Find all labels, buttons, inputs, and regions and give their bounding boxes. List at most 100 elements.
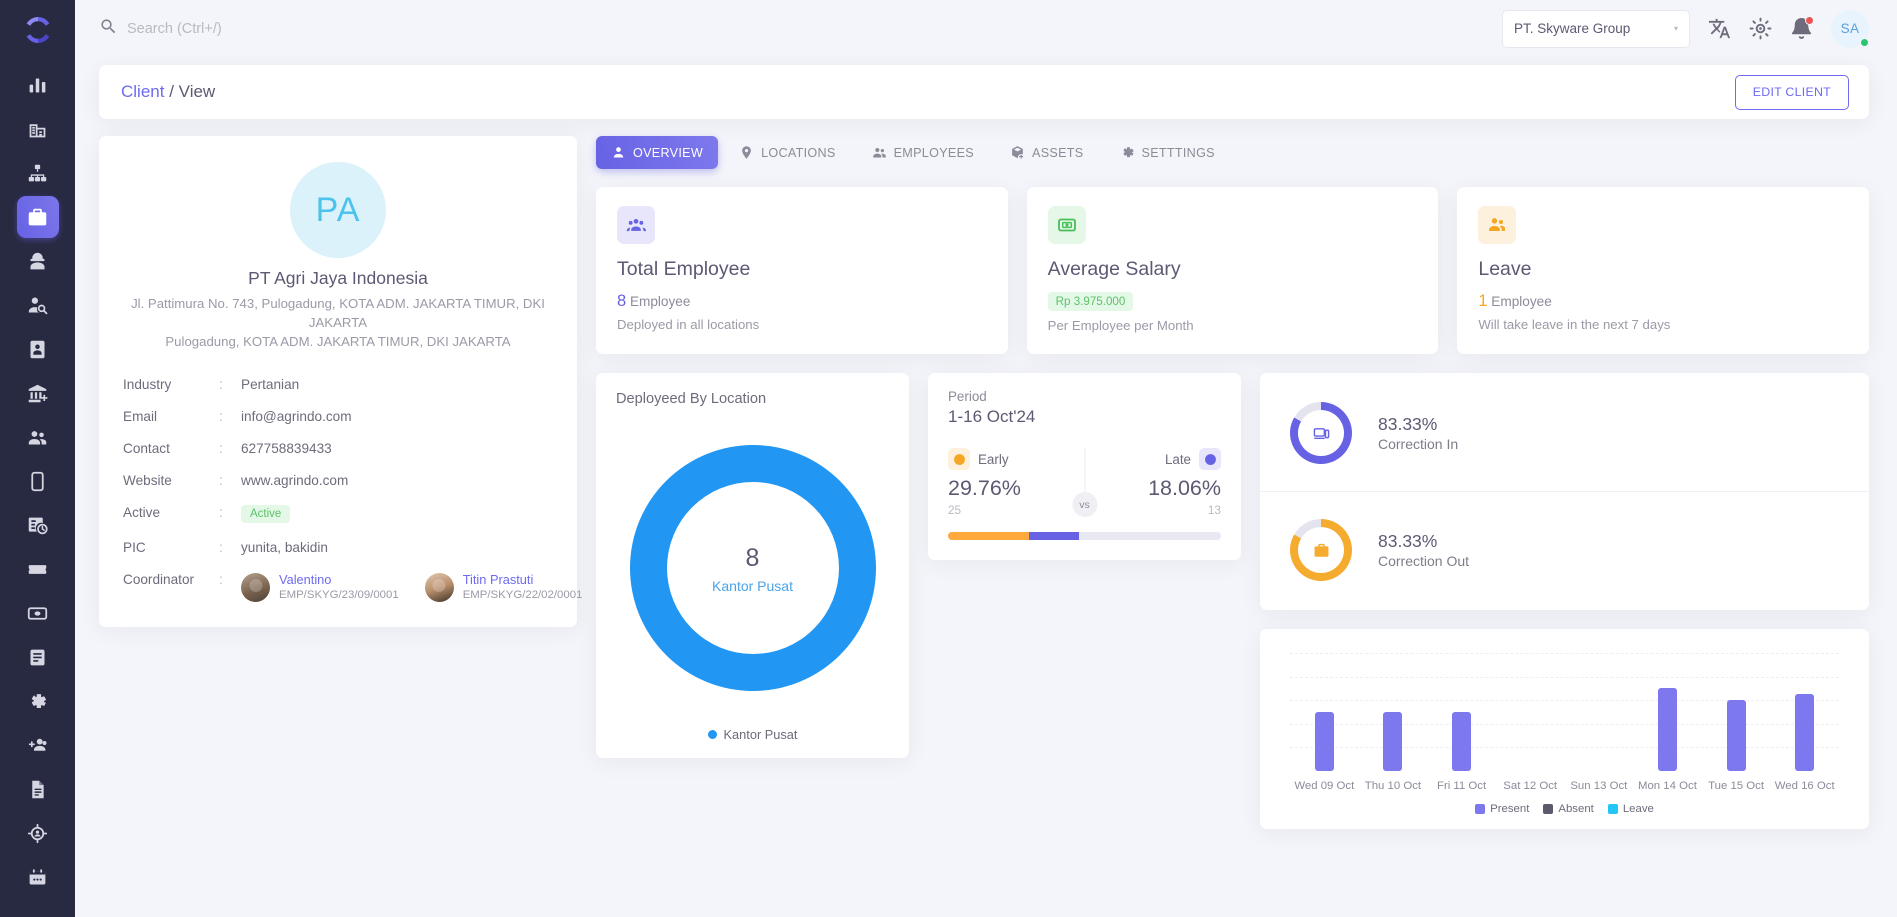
tab-label: OVERVIEW xyxy=(633,145,704,160)
period-column: Period 1-16 Oct'24 vs Early 29.76% 25 La… xyxy=(928,373,1241,560)
info-key: Contact xyxy=(123,441,170,457)
breadcrumb-root[interactable]: Client xyxy=(121,82,164,101)
x-axis-label: Sat 12 Oct xyxy=(1503,780,1558,792)
info-value: www.agrindo.com xyxy=(241,473,349,489)
chart-legend: Present Absent Leave xyxy=(1280,803,1849,815)
legend-swatch xyxy=(1543,804,1554,814)
client-profile-card: PA PT Agri Jaya Indonesia Jl. Pattimura … xyxy=(99,136,582,627)
legend-item[interactable]: Absent xyxy=(1543,803,1594,815)
info-colon: : xyxy=(219,505,223,521)
search-input[interactable] xyxy=(127,20,467,37)
correction-and-attendance-column: 83.33% Correction In 83.33% Correction Out … xyxy=(1260,373,1869,829)
bar-slot xyxy=(1290,653,1359,771)
donut-legend: Kantor Pusat xyxy=(616,727,889,742)
stat-card: Average Salary Rp 3.975.000 Per Employee p… xyxy=(1026,187,1439,354)
correction-card: 83.33% Correction In 83.33% Correction Out xyxy=(1260,373,1869,610)
client-address-line1: Jl. Pattimura No. 743, Pulogadung, KOTA … xyxy=(131,296,545,331)
sidebar-item-calendar[interactable] xyxy=(17,856,59,898)
bar-present[interactable] xyxy=(1795,694,1815,771)
sidebar-item-ticket[interactable] xyxy=(17,548,59,590)
bar-present[interactable] xyxy=(1726,700,1746,771)
tab-setttings[interactable]: SETTTINGS xyxy=(1105,136,1230,169)
coordinator-item[interactable]: Titin Prastuti EMP/SKYG/22/02/0001 xyxy=(424,572,583,603)
coordinator-name[interactable]: Valentino xyxy=(279,572,399,588)
coordinator-item[interactable]: Valentino EMP/SKYG/23/09/0001 xyxy=(241,572,399,603)
info-row: Active: Active xyxy=(123,505,553,524)
edit-client-button[interactable]: EDIT CLIENT xyxy=(1734,74,1849,110)
sidebar-item-worker[interactable] xyxy=(17,240,59,282)
tab-assets[interactable]: ASSETS xyxy=(995,136,1099,169)
bar-present[interactable] xyxy=(1657,688,1677,771)
sidebar-item-report[interactable] xyxy=(17,636,59,678)
sidebar-item-dashboard[interactable] xyxy=(17,64,59,106)
bar-slot xyxy=(1359,653,1428,771)
clock-early-icon xyxy=(948,448,970,470)
search-box[interactable] xyxy=(99,17,1502,41)
sidebar-item-company[interactable] xyxy=(17,108,59,150)
legend-item[interactable]: Leave xyxy=(1607,803,1654,815)
legend-swatch xyxy=(1607,804,1618,814)
late-percent: 18.06% xyxy=(1148,476,1221,500)
sidebar-item-recruit[interactable] xyxy=(17,284,59,326)
sidebar-item-client[interactable] xyxy=(16,196,59,238)
sidebar-item-bank[interactable] xyxy=(17,372,59,414)
early-late-progress-bar xyxy=(948,531,1221,540)
sidebar-item-adduser[interactable] xyxy=(17,724,59,766)
correction-text: 83.33% Correction In xyxy=(1378,413,1458,454)
sidebar-item-structure[interactable] xyxy=(17,152,59,194)
device-in-icon xyxy=(1298,410,1344,456)
bar-present[interactable] xyxy=(1314,712,1334,771)
sidebar-item-settings[interactable] xyxy=(17,680,59,722)
users-icon xyxy=(872,145,887,160)
stat-card-pill: Rp 3.975.000 xyxy=(1047,292,1134,311)
bar-chart-icon xyxy=(27,75,48,96)
legend-label: Absent xyxy=(1558,803,1594,815)
user-badge-icon xyxy=(611,145,626,160)
info-row: Contact: 627758839433 xyxy=(123,441,553,456)
sidebar-item-attendance[interactable] xyxy=(17,504,59,546)
tab-employees[interactable]: EMPLOYEES xyxy=(857,136,989,169)
early-label: Early xyxy=(978,451,1009,467)
correction-progress-ring xyxy=(1290,402,1352,464)
tab-locations[interactable]: LOCATIONS xyxy=(724,136,851,169)
sidebar-item-people[interactable] xyxy=(17,416,59,458)
coordinator-code: EMP/SKYG/22/02/0001 xyxy=(462,589,583,602)
info-key: Email xyxy=(123,409,157,425)
bar-present[interactable] xyxy=(1452,712,1472,771)
late-count: 13 xyxy=(1207,502,1221,517)
sun-theme-icon[interactable] xyxy=(1749,17,1772,40)
tab-overview[interactable]: OVERVIEW xyxy=(596,136,719,169)
sidebar-item-tracking[interactable] xyxy=(17,812,59,854)
charts-row: Deployeed By Location 8 Kantor Pusat Kan… xyxy=(596,373,1869,829)
chart-bars xyxy=(1290,653,1839,771)
file-icon xyxy=(27,779,48,800)
coordinator-code: EMP/SKYG/23/09/0001 xyxy=(279,589,399,602)
content-area: Client / View EDIT CLIENT PA PT Agri Jay… xyxy=(75,57,1897,917)
legend-item[interactable]: Present xyxy=(1475,803,1529,815)
client-info-table: Industry: Pertanian Email: info@agrindo.com… xyxy=(123,377,582,603)
stat-card: Total Employee 8 Employee Deployed in all … xyxy=(596,187,1008,354)
stat-card-title: Total Employee xyxy=(617,258,751,280)
organization-select[interactable]: PT. Skyware Group ▾ xyxy=(1502,9,1690,48)
mobile-icon xyxy=(27,471,48,492)
sidebar-item-files[interactable] xyxy=(17,768,59,810)
avatar[interactable]: SA xyxy=(1831,9,1869,48)
sidebar-item-mobile[interactable] xyxy=(17,460,59,502)
period-value: 1-16 Oct'24 xyxy=(948,407,1036,426)
sidebar-item-payroll[interactable] xyxy=(17,592,59,634)
translate-icon[interactable] xyxy=(1708,17,1731,40)
top-bar: PT. Skyware Group ▾ SA xyxy=(75,0,1897,57)
organization-select-value: PT. Skyware Group xyxy=(1514,21,1631,36)
sidebar-item-idcard[interactable] xyxy=(17,328,59,370)
bell-icon[interactable] xyxy=(1790,16,1814,40)
client-avatar: PA xyxy=(290,162,386,258)
donut-center: 8 Kantor Pusat xyxy=(666,482,839,654)
coordinator-name[interactable]: Titin Prastuti xyxy=(463,572,583,588)
people-leave-icon xyxy=(1478,206,1517,244)
bar-slot xyxy=(1770,653,1839,771)
client-address-line2: Pulogadung, KOTA ADM. JAKARTA TIMUR, DKI… xyxy=(165,334,511,350)
tab-label: EMPLOYEES xyxy=(893,145,974,160)
early-header: Early xyxy=(948,448,1085,470)
bar-present[interactable] xyxy=(1383,712,1403,771)
early-side: Early 29.76% 25 xyxy=(948,448,1085,517)
